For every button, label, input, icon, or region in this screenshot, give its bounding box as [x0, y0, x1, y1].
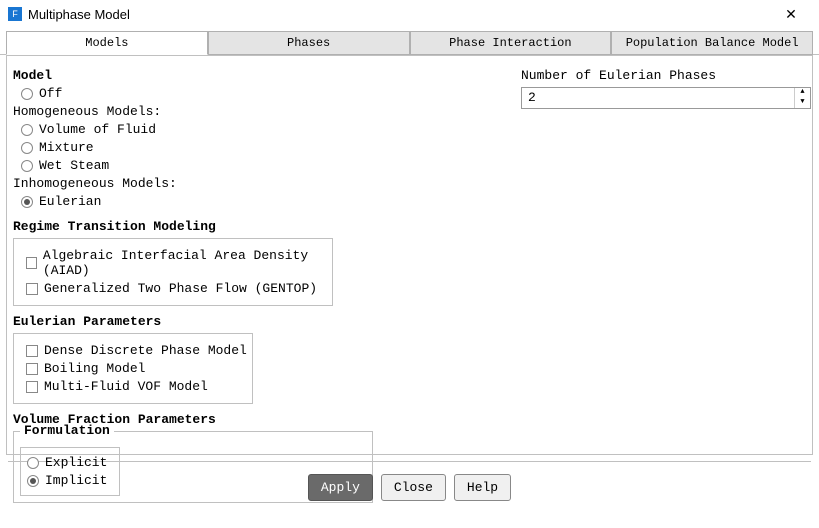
vfp-inner: Explicit Implicit	[20, 447, 120, 496]
tab-models[interactable]: Models	[6, 31, 208, 55]
eparams-heading: Eulerian Parameters	[13, 314, 511, 329]
checkbox-icon	[26, 381, 38, 393]
inhomogeneous-label: Inhomogeneous Models:	[13, 176, 511, 191]
spinner-down-icon[interactable]: ▼	[795, 98, 810, 108]
content-area: Model Off Homogeneous Models: Volume of …	[6, 55, 813, 455]
checkbox-icon	[26, 363, 38, 375]
right-column: Number of Eulerian Phases 2 ▲ ▼	[511, 66, 811, 448]
check-gentop[interactable]: Generalized Two Phase Flow (GENTOP)	[26, 281, 328, 296]
checkbox-icon	[26, 283, 38, 295]
title-bar: F Multiphase Model ✕	[0, 0, 819, 28]
radio-icon	[27, 457, 39, 469]
spinner-arrows: ▲ ▼	[794, 88, 810, 108]
checkbox-icon	[26, 257, 37, 269]
radio-label: Off	[39, 86, 62, 101]
phases-spinner[interactable]: 2 ▲ ▼	[521, 87, 811, 109]
check-ddpm[interactable]: Dense Discrete Phase Model	[26, 343, 248, 358]
check-mfvof[interactable]: Multi-Fluid VOF Model	[26, 379, 248, 394]
rtm-heading: Regime Transition Modeling	[13, 219, 511, 234]
radio-explicit[interactable]: Explicit	[27, 455, 115, 470]
check-label: Multi-Fluid VOF Model	[44, 379, 208, 394]
radio-off[interactable]: Off	[21, 86, 511, 101]
radio-icon	[21, 124, 33, 136]
model-heading: Model	[13, 68, 511, 83]
radio-vof[interactable]: Volume of Fluid	[21, 122, 511, 137]
check-aiad[interactable]: Algebraic Interfacial Area Density (AIAD…	[26, 248, 328, 278]
radio-label: Wet Steam	[39, 158, 109, 173]
radio-icon	[21, 196, 33, 208]
app-icon: F	[8, 7, 22, 21]
eparams-group: Dense Discrete Phase Model Boiling Model…	[13, 333, 253, 404]
close-icon[interactable]: ✕	[771, 6, 811, 23]
radio-implicit[interactable]: Implicit	[27, 473, 115, 488]
apply-button[interactable]: Apply	[308, 474, 373, 501]
radio-eulerian[interactable]: Eulerian	[21, 194, 511, 209]
radio-label: Volume of Fluid	[39, 122, 156, 137]
radio-wet-steam[interactable]: Wet Steam	[21, 158, 511, 173]
radio-label: Implicit	[45, 473, 107, 488]
tab-phases[interactable]: Phases	[208, 31, 410, 55]
vfp-legend: Formulation	[20, 423, 114, 438]
close-button[interactable]: Close	[381, 474, 446, 501]
radio-icon	[21, 160, 33, 172]
check-label: Algebraic Interfacial Area Density (AIAD…	[43, 248, 328, 278]
tab-phase-interaction[interactable]: Phase Interaction	[410, 31, 612, 55]
phases-value[interactable]: 2	[522, 88, 794, 108]
radio-icon	[21, 88, 33, 100]
tab-population-balance[interactable]: Population Balance Model	[611, 31, 813, 55]
radio-label: Explicit	[45, 455, 107, 470]
check-boiling[interactable]: Boiling Model	[26, 361, 248, 376]
radio-label: Mixture	[39, 140, 94, 155]
spinner-up-icon[interactable]: ▲	[795, 88, 810, 98]
help-button[interactable]: Help	[454, 474, 511, 501]
radio-label: Eulerian	[39, 194, 101, 209]
homogeneous-label: Homogeneous Models:	[13, 104, 511, 119]
check-label: Boiling Model	[44, 361, 145, 376]
phases-label: Number of Eulerian Phases	[521, 68, 811, 83]
radio-icon	[21, 142, 33, 154]
check-label: Generalized Two Phase Flow (GENTOP)	[44, 281, 317, 296]
tab-bar: Models Phases Phase Interaction Populati…	[0, 30, 819, 55]
rtm-group: Algebraic Interfacial Area Density (AIAD…	[13, 238, 333, 306]
radio-icon	[27, 475, 39, 487]
left-column: Model Off Homogeneous Models: Volume of …	[13, 66, 511, 448]
window-title: Multiphase Model	[28, 7, 771, 22]
checkbox-icon	[26, 345, 38, 357]
check-label: Dense Discrete Phase Model	[44, 343, 247, 358]
radio-mixture[interactable]: Mixture	[21, 140, 511, 155]
